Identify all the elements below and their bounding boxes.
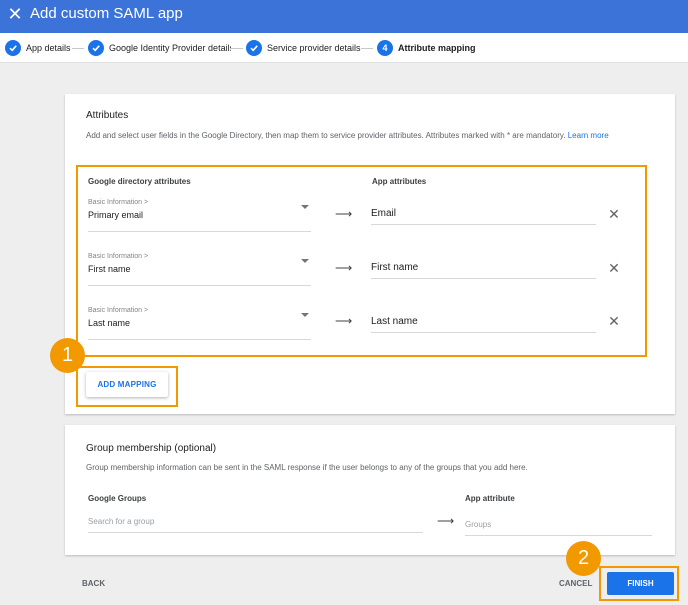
group-app-attribute-input[interactable]: Groups — [465, 518, 652, 536]
step-connector — [231, 48, 243, 49]
step-connector — [72, 48, 84, 49]
step-label: Service provider details — [267, 43, 361, 53]
column-header-google-groups: Google Groups — [88, 494, 147, 503]
remove-mapping-icon[interactable]: ✕ — [607, 207, 621, 221]
remove-mapping-icon[interactable]: ✕ — [607, 314, 621, 328]
step-label: Google Identity Provider details — [109, 43, 231, 53]
group-membership-description: Group membership information can be sent… — [86, 463, 528, 472]
directory-attribute-select[interactable]: Basic Information > First name — [88, 249, 311, 286]
cancel-button[interactable]: CANCEL — [559, 579, 592, 588]
callout-badge-2: 2 — [566, 541, 601, 576]
check-icon — [88, 40, 104, 56]
attributes-description: Add and select user fields in the Google… — [86, 128, 641, 143]
directory-attribute-select[interactable]: Basic Information > Last name — [88, 303, 311, 340]
category-label: Basic Information > — [88, 199, 149, 206]
step-app-details[interactable]: App details — [5, 39, 71, 57]
step-sp-details[interactable]: Service provider details — [246, 39, 361, 57]
category-label: Basic Information > — [88, 307, 149, 314]
attributes-title: Attributes — [86, 110, 129, 121]
app-attribute-input[interactable]: Last name — [371, 315, 596, 333]
remove-mapping-icon[interactable]: ✕ — [607, 261, 621, 275]
directory-attribute-select[interactable]: Basic Information > Primary email — [88, 195, 311, 232]
group-search-input[interactable]: Search for a group — [88, 515, 423, 533]
stepper: App details Google Identity Provider det… — [0, 33, 688, 63]
description-text: Add and select user fields in the Google… — [86, 131, 566, 140]
column-header-app-attribute: App attribute — [465, 494, 515, 503]
category-label: Basic Information > — [88, 253, 149, 260]
dropdown-arrow-icon — [301, 205, 309, 209]
app-attribute-input[interactable]: First name — [371, 261, 596, 279]
dropdown-arrow-icon — [301, 259, 309, 263]
back-button[interactable]: BACK — [82, 579, 105, 588]
add-mapping-button[interactable]: ADD MAPPING — [86, 372, 168, 397]
app-header: ✕ Add custom SAML app — [0, 0, 688, 33]
step-connector — [361, 48, 373, 49]
arrow-right-icon: ⟶ — [335, 314, 353, 328]
step-label: Attribute mapping — [398, 43, 476, 53]
check-icon — [246, 40, 262, 56]
check-icon — [5, 40, 21, 56]
arrow-right-icon: ⟶ — [335, 207, 353, 221]
group-membership-title: Group membership (optional) — [86, 443, 217, 454]
selected-field: First name — [88, 264, 131, 274]
close-icon[interactable]: ✕ — [5, 3, 25, 25]
arrow-right-icon: ⟶ — [335, 261, 353, 275]
arrow-right-icon: ⟶ — [437, 514, 455, 528]
learn-more-link[interactable]: Learn more — [568, 131, 609, 140]
step-attribute-mapping[interactable]: 4 Attribute mapping — [377, 39, 476, 57]
selected-field: Last name — [88, 318, 131, 328]
selected-field: Primary email — [88, 210, 144, 220]
finish-button[interactable]: FINISH — [607, 572, 674, 595]
step-idp-details[interactable]: Google Identity Provider details — [88, 39, 231, 57]
column-header-app: App attributes — [372, 177, 427, 186]
step-number: 4 — [377, 40, 393, 56]
step-label: App details — [26, 43, 71, 53]
callout-badge-1: 1 — [50, 338, 85, 373]
column-header-directory: Google directory attributes — [88, 177, 191, 186]
app-attribute-input[interactable]: Email — [371, 207, 596, 225]
dropdown-arrow-icon — [301, 313, 309, 317]
page-title: Add custom SAML app — [30, 5, 183, 22]
